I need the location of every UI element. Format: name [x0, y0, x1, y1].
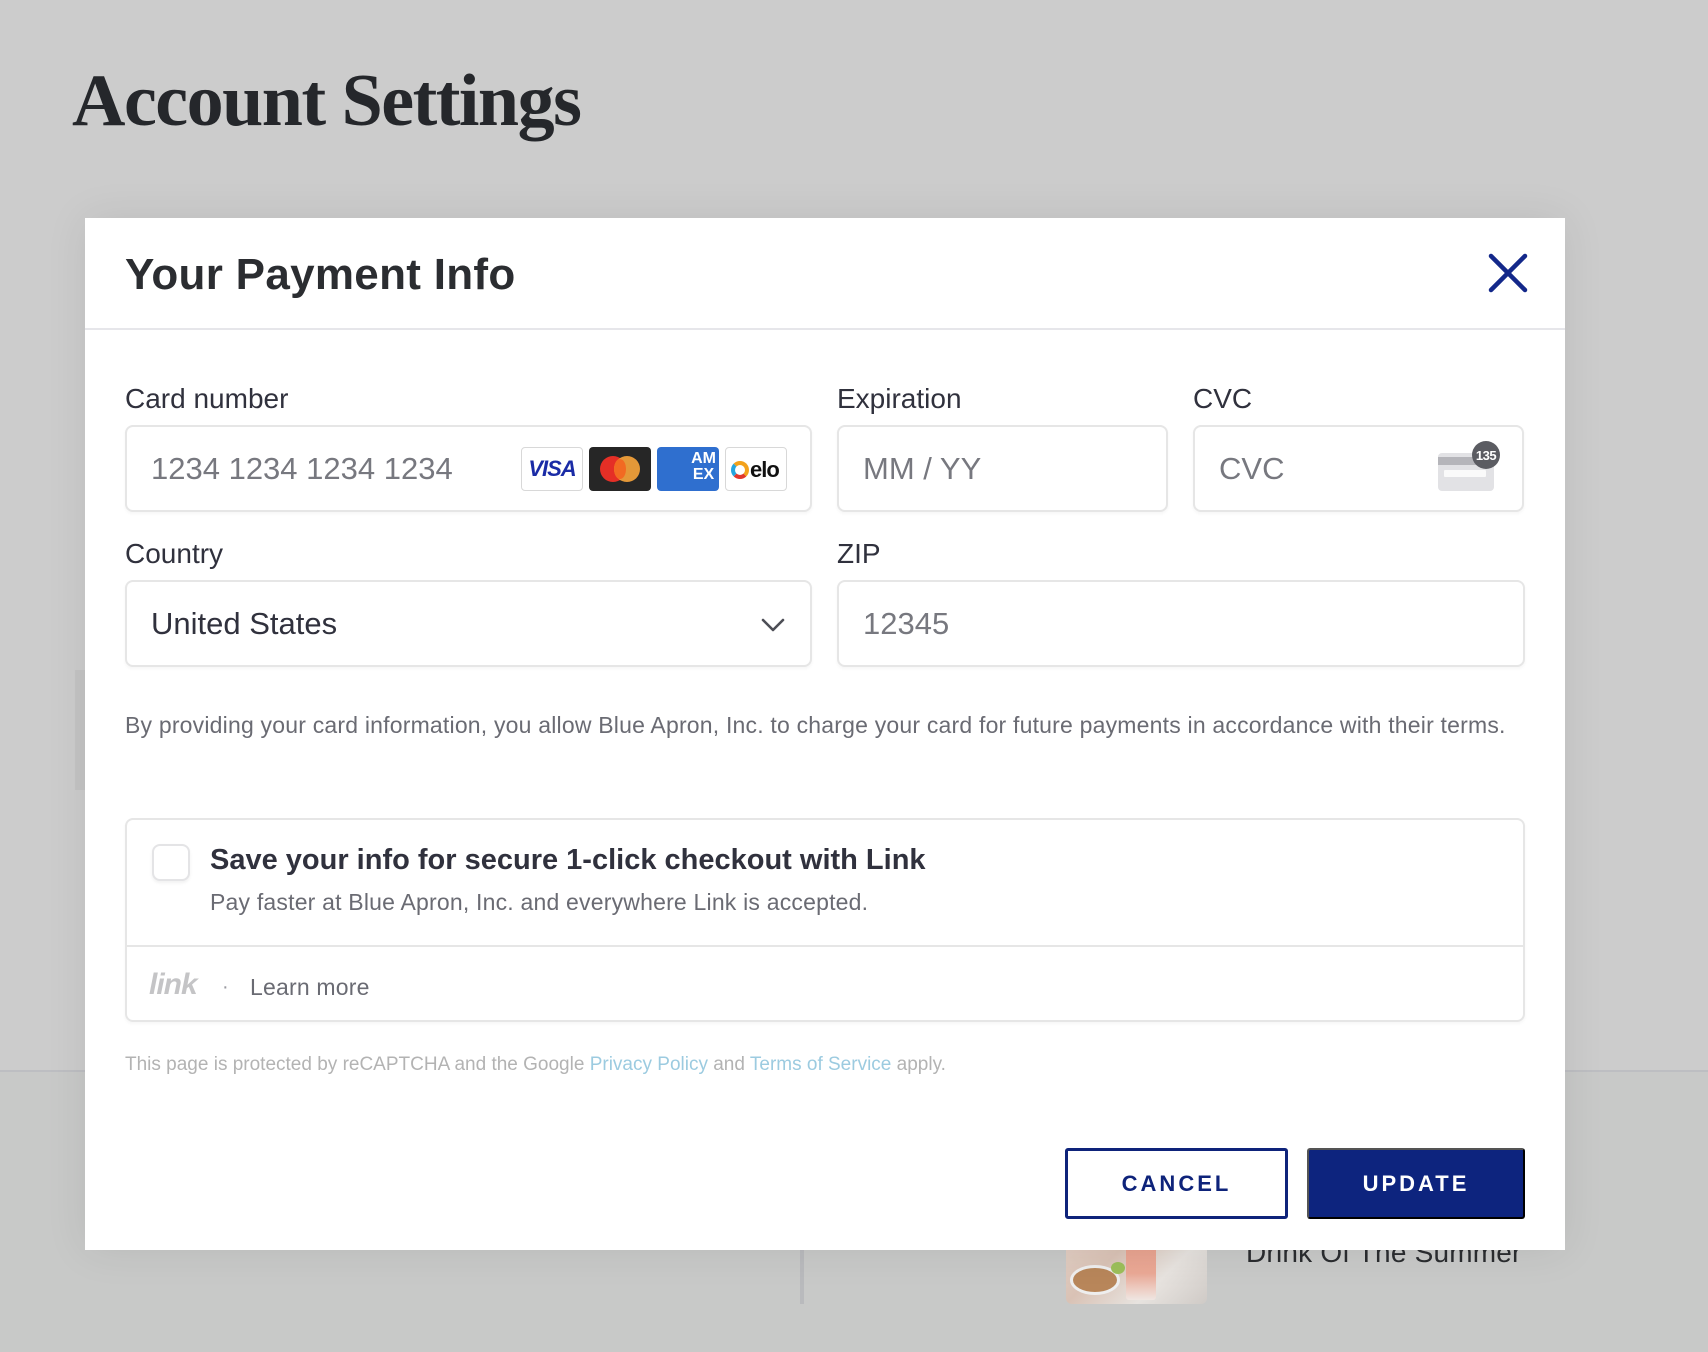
- expiration-input[interactable]: MM / YY: [837, 425, 1168, 512]
- cvc-placeholder: CVC: [1219, 451, 1285, 486]
- payment-info-modal: Your Payment Info Card number 1234 1234 …: [85, 218, 1565, 1250]
- page-title: Account Settings: [72, 60, 582, 142]
- card-brand-icons: VISA AM EX elo: [521, 447, 787, 491]
- separator-dot: ·: [222, 976, 229, 998]
- visa-icon: VISA: [521, 447, 583, 491]
- privacy-policy-link[interactable]: Privacy Policy: [590, 1054, 708, 1075]
- cvc-input[interactable]: CVC 135: [1193, 425, 1524, 512]
- update-button[interactable]: UPDATE: [1307, 1148, 1525, 1219]
- modal-title: Your Payment Info: [125, 250, 516, 299]
- card-authorization-disclaimer: By providing your card information, you …: [125, 712, 1506, 738]
- card-number-placeholder: 1234 1234 1234 1234: [151, 451, 453, 486]
- recaptcha-notice: This page is protected by reCAPTCHA and …: [125, 1053, 946, 1077]
- mastercard-icon: [589, 447, 651, 491]
- terms-of-service-link[interactable]: Terms of Service: [750, 1054, 891, 1075]
- modal-header: Your Payment Info: [85, 218, 1565, 330]
- link-save-box: Save your info for secure 1-click checko…: [125, 818, 1525, 1022]
- card-number-input[interactable]: 1234 1234 1234 1234 VISA AM EX elo: [125, 425, 812, 512]
- zip-placeholder: 12345: [863, 606, 950, 641]
- link-save-title: Save your info for secure 1-click checko…: [210, 844, 926, 876]
- link-save-option: Save your info for secure 1-click checko…: [127, 820, 1523, 947]
- cancel-button[interactable]: CANCEL: [1065, 1148, 1288, 1219]
- close-button[interactable]: [1488, 253, 1528, 293]
- cvc-card-icon: 135: [1438, 441, 1500, 491]
- learn-more-link[interactable]: Learn more: [250, 970, 370, 1004]
- country-value: United States: [151, 606, 338, 641]
- cvc-badge: 135: [1472, 441, 1500, 469]
- zip-label: ZIP: [837, 538, 881, 569]
- recaptcha-prefix: This page is protected by reCAPTCHA and …: [125, 1054, 585, 1075]
- save-with-link-checkbox[interactable]: [152, 844, 190, 881]
- amex-icon: AM EX: [657, 447, 719, 491]
- close-icon: [1488, 253, 1528, 293]
- recaptcha-suffix: apply.: [896, 1054, 946, 1075]
- elo-icon: elo: [725, 447, 787, 491]
- expiration-placeholder: MM / YY: [863, 451, 982, 486]
- card-number-label: Card number: [125, 383, 289, 414]
- country-label: Country: [125, 538, 224, 569]
- cvc-label: CVC: [1193, 383, 1253, 414]
- thumbnail-lime: [1111, 1262, 1125, 1274]
- link-save-subtitle: Pay faster at Blue Apron, Inc. and every…: [210, 889, 869, 915]
- expiration-label: Expiration: [837, 383, 962, 414]
- chevron-down-icon: [761, 618, 785, 632]
- country-select[interactable]: United States: [125, 580, 812, 667]
- zip-input[interactable]: 12345: [837, 580, 1525, 667]
- link-logo: link: [149, 968, 198, 1001]
- recaptcha-and: and: [713, 1054, 745, 1075]
